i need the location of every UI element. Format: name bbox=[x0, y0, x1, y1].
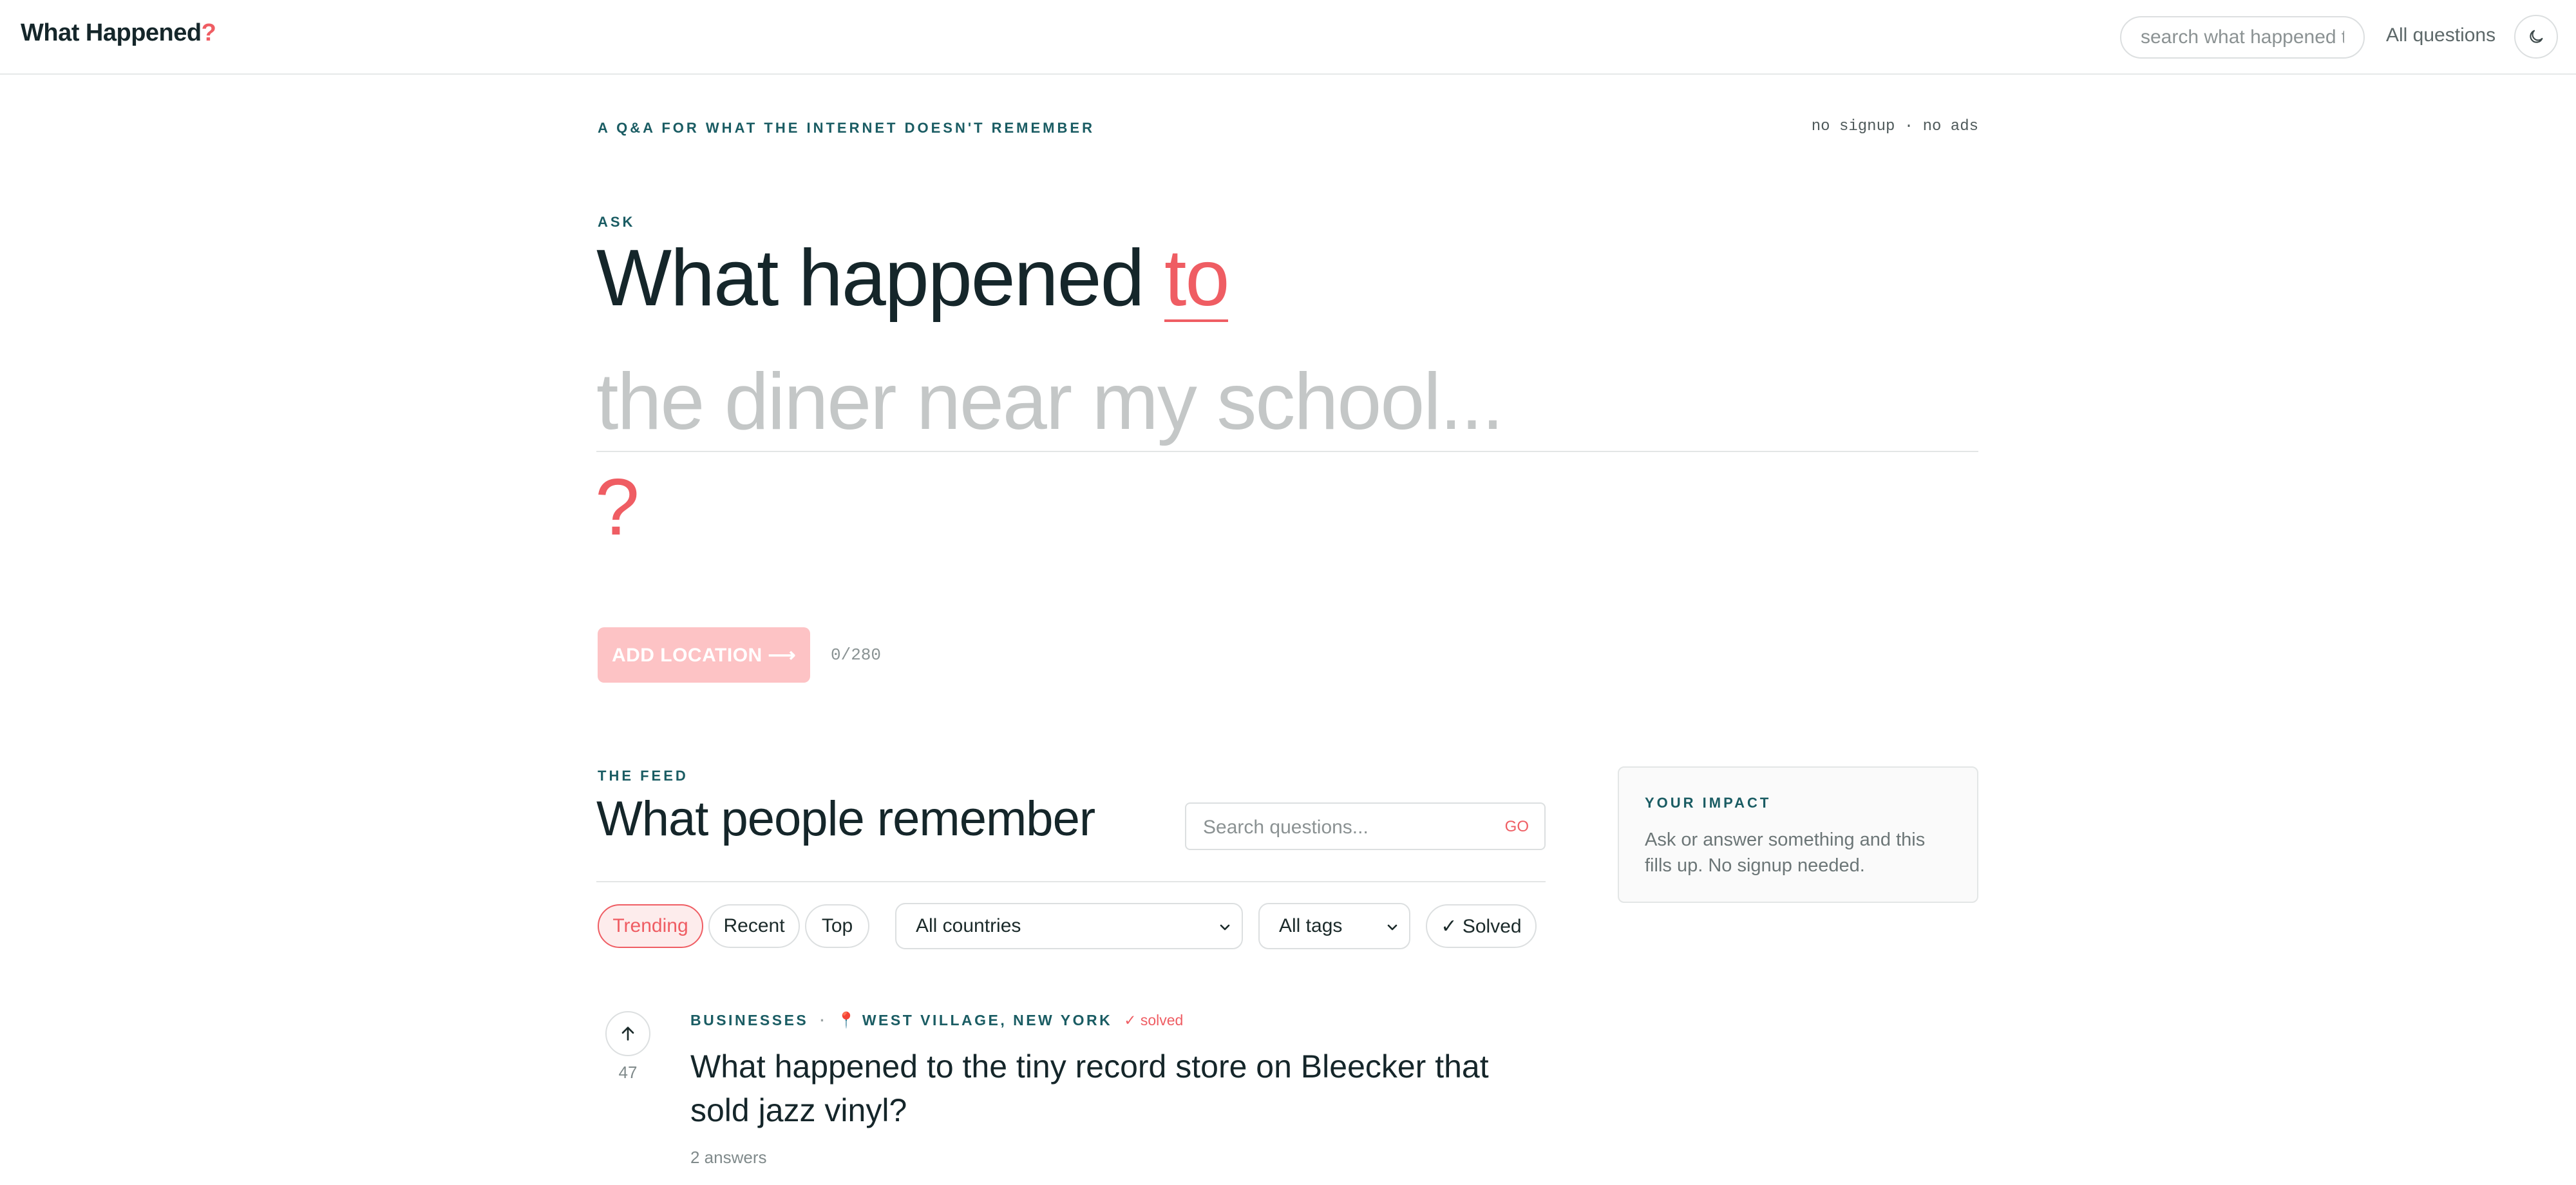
headline-connector-select[interactable]: to bbox=[1164, 238, 1229, 322]
feed-search-box: GO bbox=[1185, 802, 1546, 850]
feed-divider bbox=[596, 881, 1546, 882]
feed-search-input[interactable] bbox=[1202, 813, 1488, 842]
solved-badge: ✓ solved bbox=[1124, 1012, 1184, 1029]
question-title[interactable]: What happened to the tiny record store o… bbox=[690, 1045, 1540, 1132]
top-bar: What Happened? All questions bbox=[0, 0, 2576, 75]
headline-text: What happened bbox=[596, 234, 1145, 323]
feed-title: What people remember bbox=[596, 792, 1095, 846]
character-counter: 0/280 bbox=[831, 645, 882, 665]
tag-filter-value: All tags bbox=[1279, 915, 1343, 936]
add-location-button[interactable]: ADD LOCATION ⟶ bbox=[598, 627, 810, 683]
theme-toggle-button[interactable] bbox=[2514, 15, 2558, 59]
top-search-input[interactable] bbox=[2120, 16, 2365, 59]
chevron-down-icon bbox=[1387, 924, 1397, 931]
site-meta: no signup · no ads bbox=[1811, 118, 1978, 135]
brand-question-mark: ? bbox=[201, 19, 216, 46]
tab-trending[interactable]: Trending bbox=[598, 904, 703, 948]
arrow-up-icon bbox=[621, 1027, 634, 1041]
question-subject-input[interactable] bbox=[596, 353, 1978, 452]
impact-text: Ask or answer something and this fills u… bbox=[1645, 830, 1926, 876]
feed-kicker: THE FEED bbox=[598, 768, 688, 784]
impact-card: YOUR IMPACT Ask or answer something and … bbox=[1618, 766, 1978, 903]
country-filter-select[interactable]: All countries bbox=[895, 903, 1243, 949]
ask-label: ASK bbox=[598, 214, 636, 230]
tab-recent[interactable]: Recent bbox=[708, 904, 800, 948]
impact-kicker: YOUR IMPACT bbox=[1645, 795, 1772, 811]
question-mark: ? bbox=[595, 463, 639, 552]
question-meta: BUSINESSES · 📍 WEST VILLAGE, NEW YORK ✓ … bbox=[690, 1011, 1183, 1030]
answer-count: 2 answers bbox=[690, 1148, 767, 1167]
vote-count: 47 bbox=[618, 1063, 638, 1082]
feed-search-go-button[interactable]: GO bbox=[1505, 818, 1529, 836]
chevron-down-icon bbox=[1220, 924, 1230, 931]
ask-headline: What happened to bbox=[596, 238, 1229, 322]
location-pin-icon: 📍 bbox=[836, 1012, 856, 1029]
country-filter-value: All countries bbox=[916, 915, 1021, 936]
question-category[interactable]: BUSINESSES bbox=[690, 1012, 808, 1029]
upvote-button[interactable] bbox=[605, 1011, 650, 1056]
question-location[interactable]: WEST VILLAGE, NEW YORK bbox=[862, 1012, 1112, 1029]
site-tagline: A Q&A FOR WHAT THE INTERNET DOESN'T REME… bbox=[598, 120, 1095, 136]
solved-filter-toggle[interactable]: ✓ Solved bbox=[1426, 904, 1537, 948]
tab-top[interactable]: Top bbox=[805, 904, 869, 948]
all-questions-link[interactable]: All questions bbox=[2386, 24, 2496, 46]
brand-name: What Happened bbox=[21, 19, 202, 46]
brand-logo[interactable]: What Happened? bbox=[21, 19, 216, 47]
moon-icon bbox=[2530, 30, 2543, 43]
tag-filter-select[interactable]: All tags bbox=[1258, 903, 1410, 949]
meta-separator: · bbox=[820, 1012, 825, 1029]
